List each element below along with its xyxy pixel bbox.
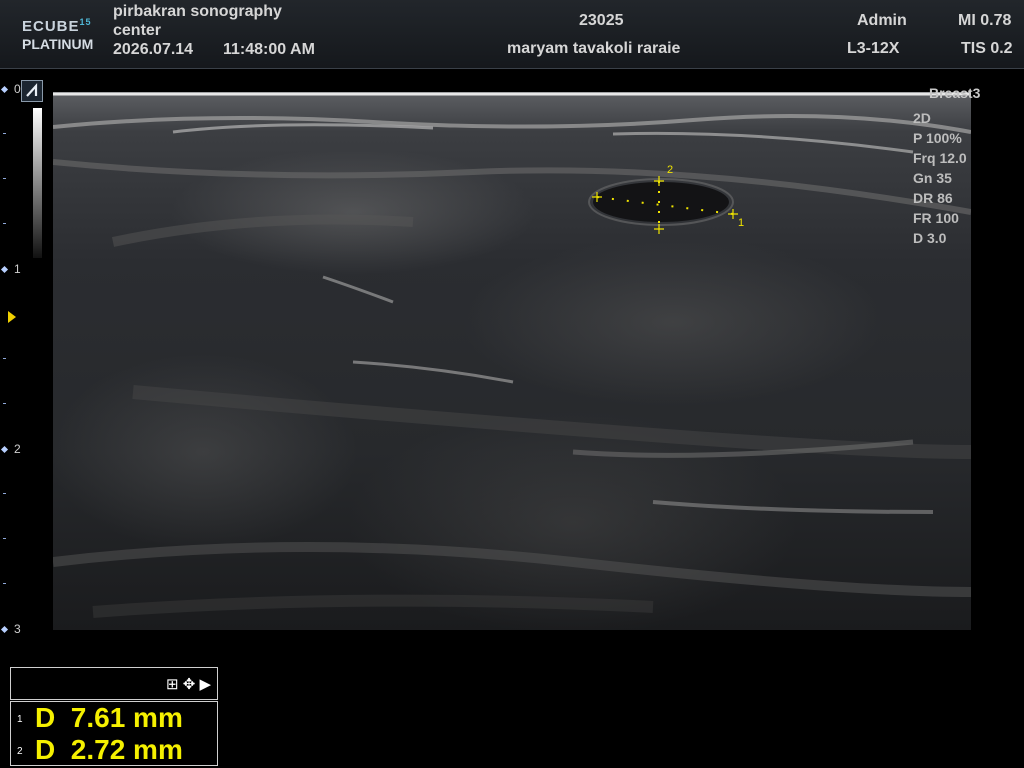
logo-version: 15	[79, 17, 92, 27]
ruler-minor-tick	[3, 133, 6, 134]
ruler-major-tick	[0, 625, 9, 634]
grayscale-bar	[33, 108, 42, 258]
exam-time: 11:48:00 AM	[223, 41, 315, 58]
depth-label-3: 3	[14, 622, 21, 636]
measurement-row[interactable]: 2 D 2.72 mm	[11, 734, 217, 765]
institution-name-line2: center	[113, 22, 162, 39]
param-depth: D 3.0	[913, 230, 947, 246]
logo-text: ECUBE	[22, 18, 80, 35]
ruler-minor-tick	[3, 178, 6, 179]
exam-preset: Breast3	[929, 85, 981, 101]
measurement-index: 1	[17, 714, 23, 725]
focus-marker-icon[interactable]	[8, 311, 16, 323]
ultrasound-image[interactable]: 1 2	[53, 92, 971, 630]
ruler-minor-tick	[3, 358, 6, 359]
param-power: P 100%	[913, 130, 962, 146]
ruler-minor-tick	[3, 493, 6, 494]
thermal-index: TIS 0.2	[961, 40, 1013, 57]
param-frequency: Frq 12.0	[913, 150, 967, 166]
ruler-minor-tick	[3, 403, 6, 404]
patient-name: maryam tavakoli raraie	[507, 40, 681, 57]
depth-label-0: 0	[14, 82, 21, 96]
exam-date: 2026.07.14	[113, 41, 194, 58]
param-frame-rate: FR 100	[913, 210, 959, 226]
move-icon[interactable]: ✥	[183, 676, 196, 693]
caliper-label-1: 1	[738, 217, 745, 229]
orientation-marker-icon	[21, 80, 43, 102]
imaging-parameters: 2D P 100% Frq 12.0 Gn 35 DR 86 FR 100 D …	[913, 108, 967, 248]
depth-label-2: 2	[14, 442, 21, 456]
operator-name: Admin	[857, 12, 907, 29]
grid-icon[interactable]: ⊞	[166, 676, 179, 693]
measurement-results: 1 D 7.61 mm 2 D 2.72 mm	[10, 701, 218, 766]
ruler-minor-tick	[3, 538, 6, 539]
caliper-label-2: 2	[667, 164, 674, 176]
measurement-value: D 2.72 mm	[35, 734, 183, 765]
institution-name-line1: pirbakran sonography	[113, 3, 282, 20]
ruler-minor-tick	[3, 583, 6, 584]
ruler-minor-tick	[3, 223, 6, 224]
depth-label-1: 1	[14, 262, 21, 276]
patient-id: 23025	[579, 12, 624, 29]
param-mode: 2D	[913, 110, 931, 126]
probe-model: L3-12X	[847, 40, 900, 57]
ruler-major-tick	[0, 265, 9, 274]
param-dynamic-range: DR 86	[913, 190, 953, 206]
measurement-row[interactable]: 1 D 7.61 mm	[11, 702, 217, 733]
measurement-value: D 7.61 mm	[35, 702, 183, 733]
mechanical-index: MI 0.78	[958, 12, 1012, 29]
ruler-major-tick	[0, 85, 9, 94]
measurement-panel-toolbar: ⊞ ✥ ▶	[10, 667, 218, 700]
logo-subtext: PLATINUM	[22, 36, 94, 52]
header-bar: ECUBE15 PLATINUM pirbakran sonography ce…	[0, 0, 1024, 69]
expand-arrow-icon[interactable]: ▶	[199, 676, 211, 693]
ruler-major-tick	[0, 445, 9, 454]
brand-logo: ECUBE15 PLATINUM	[22, 17, 104, 57]
param-gain: Gn 35	[913, 170, 952, 186]
measurement-index: 2	[17, 746, 23, 757]
